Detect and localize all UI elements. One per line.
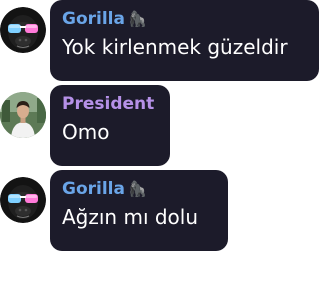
sender-name-label: Gorilla [62,9,125,29]
message-text: Yok kirlenmek güzeldir [62,35,288,59]
sender-name-label: Gorilla [62,179,125,199]
gorilla-avatar-icon[interactable] [0,177,46,223]
message-bubble[interactable]: Gorilla 🦍 Yok kirlenmek güzeldir [50,0,319,81]
message-bubble[interactable]: Gorilla 🦍 Ağzın mı dolu [50,170,228,251]
sender-name[interactable]: Gorilla 🦍 [62,178,216,200]
sender-name-label: President [62,94,155,114]
message-text: Ağzın mı dolu [62,205,199,229]
message-bubble[interactable]: President Omo [50,85,170,166]
sender-name[interactable]: Gorilla 🦍 [62,8,307,30]
message-text: Omo [62,120,110,144]
sender-name[interactable]: President [62,93,158,115]
user-photo-avatar-icon[interactable] [0,92,46,138]
gorilla-avatar-icon[interactable] [0,7,46,53]
gorilla-emoji-icon: 🦍 [127,10,147,28]
gorilla-emoji-icon: 🦍 [127,180,147,198]
